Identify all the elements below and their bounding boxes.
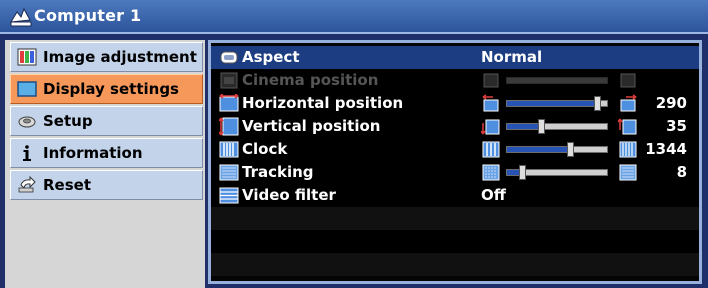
horizontal-position-value: 290	[655, 94, 687, 112]
osd-menu: Computer 1 Image adjustment Display sett…	[0, 0, 708, 288]
tracking-icon	[219, 164, 239, 181]
vertical-position-slider[interactable]	[506, 119, 608, 134]
setting-label: Tracking	[242, 163, 314, 181]
tracking-decrease-icon[interactable]	[481, 163, 501, 182]
setting-row-clock[interactable]: Clock 1344	[211, 138, 699, 161]
setting-label: Clock	[242, 140, 288, 158]
display-settings-icon	[17, 81, 37, 97]
vertical-position-value: 35	[666, 117, 687, 135]
sidebar-item-label: Image adjustment	[43, 48, 197, 66]
sidebar-item-display-settings[interactable]: Display settings	[10, 74, 203, 104]
sidebar-item-label: Reset	[43, 176, 91, 194]
clock-slider[interactable]	[506, 142, 608, 157]
cinema-position-icon	[220, 72, 238, 89]
cinema-up-icon	[620, 73, 636, 88]
cinema-position-slider	[506, 77, 608, 84]
move-left-icon[interactable]	[481, 94, 501, 113]
video-filter-icon	[219, 187, 239, 204]
tracking-value: 8	[676, 163, 687, 181]
move-right-icon[interactable]	[618, 94, 638, 113]
empty-row	[211, 207, 699, 230]
sidebar: Image adjustment Display settings Setup …	[5, 40, 205, 288]
slider-thumb[interactable]	[519, 165, 526, 180]
clock-increase-icon[interactable]	[618, 140, 638, 159]
setting-row-video-filter[interactable]: Video filter Off	[211, 184, 699, 207]
clock-decrease-icon[interactable]	[481, 140, 501, 159]
sidebar-item-label: Display settings	[43, 80, 179, 98]
setting-row-aspect[interactable]: Aspect Normal	[211, 46, 699, 69]
sidebar-item-reset[interactable]: Reset	[10, 170, 203, 200]
setting-row-vertical-position[interactable]: Vertical position 35	[211, 115, 699, 138]
title-bar: Computer 1	[0, 0, 708, 34]
move-up-icon[interactable]	[618, 117, 638, 136]
setting-label: Horizontal position	[242, 94, 404, 112]
setting-label: Aspect	[242, 48, 300, 66]
slider-thumb[interactable]	[594, 96, 601, 111]
setting-row-tracking[interactable]: Tracking 8	[211, 161, 699, 184]
settings-panel: Aspect Normal Cinema position Horizontal…	[208, 40, 702, 284]
tracking-increase-icon[interactable]	[618, 163, 638, 182]
slider-thumb[interactable]	[538, 119, 545, 134]
setting-label: Cinema position	[242, 71, 379, 89]
slider-fill	[507, 101, 598, 106]
setting-row-horizontal-position[interactable]: Horizontal position 290	[211, 92, 699, 115]
aspect-icon	[220, 51, 238, 64]
move-down-icon[interactable]	[481, 117, 501, 136]
empty-row	[211, 230, 699, 253]
video-filter-value[interactable]: Off	[481, 186, 506, 204]
image-adjustment-icon	[17, 48, 37, 66]
aspect-value[interactable]: Normal	[481, 48, 542, 66]
window-title: Computer 1	[34, 6, 142, 25]
sidebar-item-setup[interactable]: Setup	[10, 106, 203, 136]
vertical-position-icon	[219, 117, 239, 136]
horizontal-position-slider[interactable]	[506, 96, 608, 111]
cinema-down-icon	[483, 73, 499, 88]
setting-label: Vertical position	[242, 117, 381, 135]
slider-fill	[507, 147, 571, 152]
horizontal-position-icon	[219, 94, 239, 112]
setting-row-cinema-position: Cinema position	[211, 69, 699, 92]
sidebar-item-label: Information	[43, 144, 143, 162]
computer-input-icon	[10, 7, 32, 27]
information-icon	[23, 145, 31, 161]
slider-fill	[507, 124, 542, 129]
clock-value: 1344	[645, 140, 687, 158]
reset-icon	[18, 176, 36, 193]
clock-icon	[219, 141, 239, 158]
slider-thumb[interactable]	[567, 142, 574, 157]
tracking-slider[interactable]	[506, 165, 608, 180]
setup-icon	[18, 116, 36, 128]
sidebar-item-label: Setup	[43, 112, 93, 130]
empty-row	[211, 253, 699, 276]
setting-label: Video filter	[242, 186, 336, 204]
sidebar-item-image-adjustment[interactable]: Image adjustment	[10, 42, 203, 72]
sidebar-item-information[interactable]: Information	[10, 138, 203, 168]
